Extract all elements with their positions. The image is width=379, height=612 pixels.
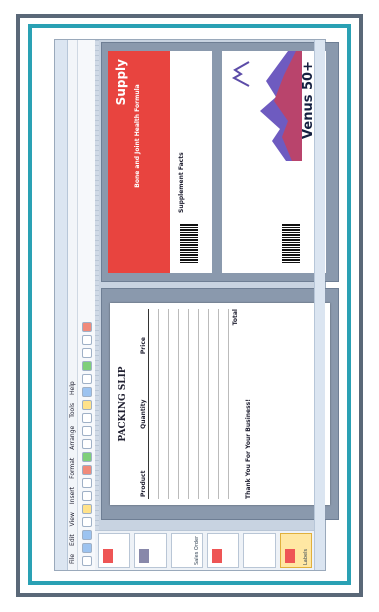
thumbnail-preview — [102, 548, 113, 563]
status-bar — [313, 39, 325, 570]
table-row — [168, 308, 178, 499]
packing-slip-page[interactable]: PACKING SLIP Product Quantity Price Tota… — [109, 302, 330, 505]
table-row — [178, 308, 188, 499]
menu-insert[interactable]: Insert — [69, 486, 76, 503]
new-icon[interactable] — [81, 555, 92, 566]
barcode-graphic — [281, 222, 300, 263]
packing-slip-pane: PACKING SLIP Product Quantity Price Tota… — [100, 287, 339, 520]
menu-arrange[interactable]: Arrange — [69, 425, 76, 449]
underline-icon[interactable] — [81, 412, 92, 423]
packing-slip-title: PACKING SLIP — [117, 365, 128, 442]
redo-icon[interactable] — [81, 451, 92, 462]
supplement-label-venus[interactable]: Venus 50+ — [221, 50, 326, 273]
mountain-graphic — [259, 50, 302, 161]
table-tool-icon[interactable] — [81, 334, 92, 345]
thumbnail-2[interactable] — [133, 532, 167, 568]
copy-icon[interactable] — [81, 490, 92, 501]
workspace: Sales Order Labels PACKING SLIP Product … — [94, 39, 339, 570]
line-tool-icon[interactable] — [81, 373, 92, 384]
labels-pane: Supply Bone and Joint Health Formula Sup… — [100, 41, 339, 282]
table-row — [188, 308, 198, 499]
paste-icon[interactable] — [81, 477, 92, 488]
thank-you-text: Thank You For Your Business! — [244, 398, 252, 499]
col-product: Product — [138, 430, 148, 499]
thumbnail-3[interactable]: Sales Order — [170, 532, 203, 568]
table-row — [158, 308, 168, 499]
thumbnail-4[interactable] — [206, 532, 239, 568]
supplement-label-red[interactable]: Supply Bone and Joint Health Formula Sup… — [107, 50, 212, 273]
undo-icon[interactable] — [81, 464, 92, 475]
title-bar — [54, 39, 68, 570]
toolbar — [77, 39, 97, 570]
thumbnail-label: Sales Order — [193, 535, 200, 565]
table-row — [218, 308, 228, 499]
image-tool-icon[interactable] — [81, 386, 92, 397]
barcode-graphic — [179, 222, 198, 263]
packing-slip-table: Product Quantity Price — [138, 308, 229, 499]
print-icon[interactable] — [81, 516, 92, 527]
thumbnail-label: Labels — [302, 548, 309, 565]
brand-name: Supply — [113, 58, 128, 105]
horizontal-ruler — [94, 39, 99, 530]
menu-help[interactable]: Help — [69, 381, 76, 395]
italic-icon[interactable] — [81, 425, 92, 436]
thumbnail-6-selected[interactable]: Labels — [279, 532, 312, 568]
thumbnail-5[interactable] — [242, 532, 276, 568]
photo-frame-inner: File Edit View Insert Format Arrange Too… — [28, 24, 351, 585]
design-canvas[interactable]: PACKING SLIP Product Quantity Price Tota… — [94, 39, 339, 530]
thumbnail-preview — [284, 548, 295, 563]
menu-view[interactable]: View — [69, 512, 76, 526]
shape-tool-icon[interactable] — [81, 360, 92, 371]
total-label: Total — [231, 308, 239, 325]
thumbnail-preview — [211, 548, 222, 563]
photo-frame-outer: File Edit View Insert Format Arrange Too… — [16, 14, 363, 597]
cut-icon[interactable] — [81, 503, 92, 514]
col-quantity: Quantity — [138, 355, 148, 431]
menu-bar: File Edit View Insert Format Arrange Too… — [67, 39, 78, 570]
thumbnail-1[interactable] — [97, 532, 130, 568]
red-banner: Supply Bone and Joint Health Formula — [107, 50, 170, 273]
table-row — [198, 308, 208, 499]
menu-tools[interactable]: Tools — [69, 403, 76, 418]
supplement-facts-heading: Supplement Facts — [177, 151, 185, 213]
save-icon[interactable] — [81, 529, 92, 540]
text-tool-icon[interactable] — [81, 399, 92, 410]
product-subtitle: Bone and Joint Health Formula — [133, 83, 141, 188]
table-row — [208, 308, 218, 499]
menu-format[interactable]: Format — [69, 457, 76, 478]
barcode-tool-icon[interactable] — [81, 347, 92, 358]
mountain-logo-icon — [231, 60, 249, 87]
template-thumbnails: Sales Order Labels — [94, 529, 315, 570]
app-window: File Edit View Insert Format Arrange Too… — [53, 38, 339, 571]
zoom-icon[interactable] — [81, 321, 92, 332]
col-price: Price — [138, 308, 148, 356]
menu-edit[interactable]: Edit — [69, 534, 76, 546]
open-icon[interactable] — [81, 542, 92, 553]
menu-file[interactable]: File — [69, 553, 76, 563]
bold-icon[interactable] — [81, 438, 92, 449]
thumbnail-preview — [138, 548, 149, 563]
table-row — [148, 308, 158, 499]
